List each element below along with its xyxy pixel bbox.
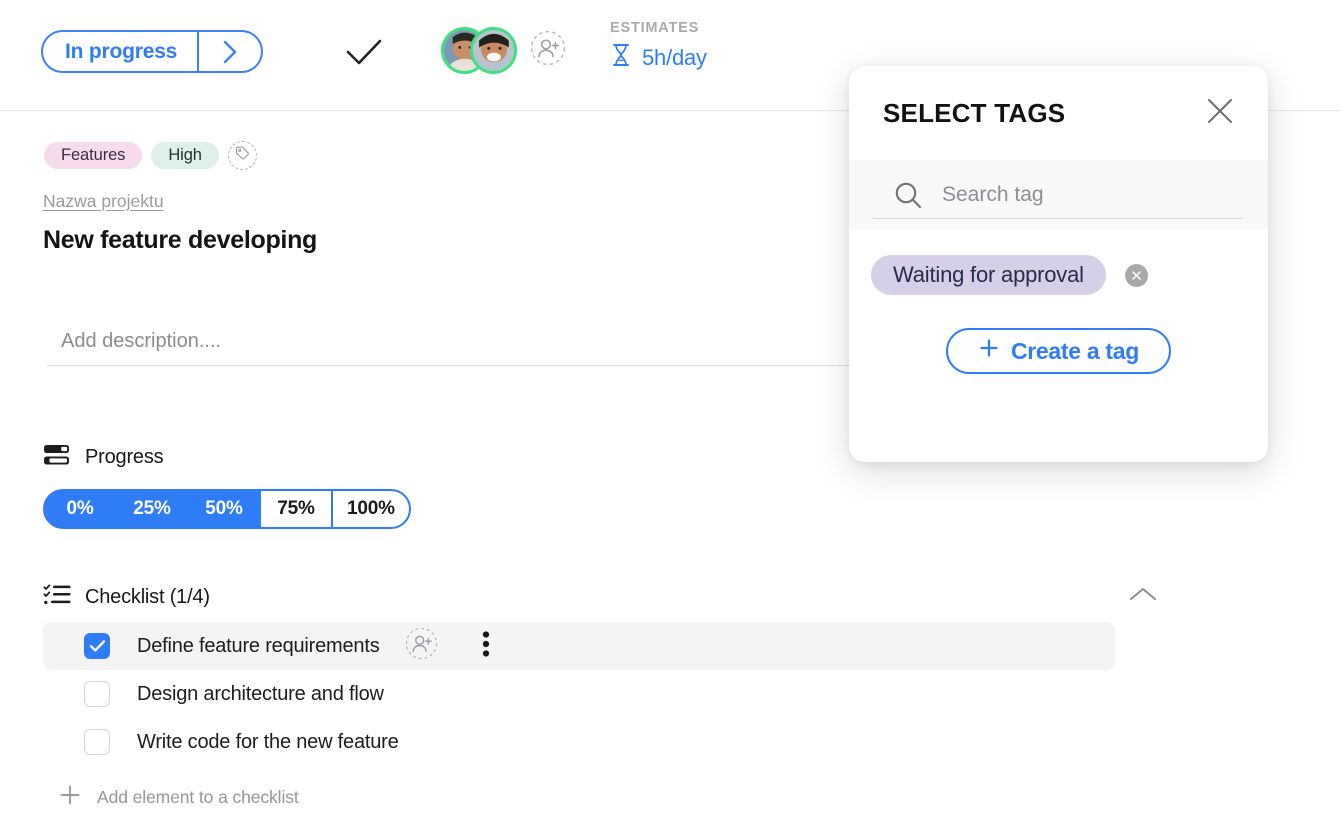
page-title: New feature developing bbox=[43, 226, 318, 254]
modal-body: Waiting for approval Create a tag bbox=[849, 229, 1268, 374]
add-checklist-element-button[interactable]: Add element to a checklist bbox=[57, 782, 1163, 813]
checklist-item[interactable]: Design architecture and flow bbox=[43, 670, 1163, 718]
checklist-item-menu-button[interactable] bbox=[473, 630, 499, 663]
task-detail-page: In progress ESTIMATES 5h/day Features Hi… bbox=[0, 0, 1340, 840]
checklist-item-label: Define feature requirements bbox=[137, 634, 380, 657]
create-tag-label: Create a tag bbox=[1010, 337, 1140, 364]
add-tag-button[interactable] bbox=[227, 141, 257, 170]
progress-header: Progress bbox=[43, 442, 411, 473]
tag-search-row bbox=[849, 160, 1268, 229]
checklist-checkbox[interactable] bbox=[84, 729, 110, 755]
assignee-avatars bbox=[441, 27, 567, 74]
checklist-block: Checklist (1/4) Define feature requireme… bbox=[43, 582, 1163, 813]
search-icon bbox=[893, 180, 923, 210]
progress-option-75[interactable]: 75% bbox=[259, 489, 333, 529]
close-icon bbox=[1205, 96, 1235, 131]
status-next-button[interactable] bbox=[199, 32, 261, 71]
project-link[interactable]: Nazwa projektu bbox=[43, 191, 164, 212]
task-tags: Features High bbox=[44, 141, 257, 170]
modal-close-button[interactable] bbox=[1203, 96, 1237, 130]
chevron-right-icon bbox=[220, 38, 240, 66]
add-checklist-element-label: Add element to a checklist bbox=[97, 787, 299, 807]
checklist-collapse-button[interactable] bbox=[1123, 583, 1163, 613]
plus-icon bbox=[978, 337, 1000, 365]
checklist-items: Define feature requirements Design archi… bbox=[43, 622, 1163, 766]
estimates-value-row[interactable]: 5h/day bbox=[610, 42, 707, 73]
checklist-item[interactable]: Define feature requirements bbox=[43, 622, 1115, 670]
tag-search-underline bbox=[873, 217, 1243, 219]
tag-features[interactable]: Features bbox=[44, 142, 143, 169]
checklist-item[interactable]: Write code for the new feature bbox=[43, 718, 1163, 766]
remove-tag-button[interactable] bbox=[1124, 263, 1148, 287]
chevron-up-icon bbox=[1128, 586, 1158, 609]
person-plus-icon bbox=[530, 30, 566, 71]
progress-option-100[interactable]: 100% bbox=[331, 489, 411, 529]
select-tags-modal: SELECT TAGS Waiting for appr bbox=[849, 66, 1268, 462]
status-label: In progress bbox=[65, 39, 178, 63]
create-tag-row: Create a tag bbox=[849, 328, 1268, 374]
checklist-assign-button[interactable] bbox=[405, 627, 439, 665]
checkmark-icon bbox=[343, 39, 385, 72]
progress-label: Progress bbox=[85, 446, 164, 468]
tag-high[interactable]: High bbox=[151, 142, 219, 169]
plus-icon bbox=[57, 782, 83, 813]
tag-chip-row: Waiting for approval bbox=[849, 255, 1268, 295]
person-plus-icon bbox=[405, 627, 438, 665]
checklist-item-label: Design architecture and flow bbox=[137, 682, 384, 705]
progress-option-0[interactable]: 0% bbox=[43, 489, 117, 529]
progress-option-50[interactable]: 50% bbox=[187, 489, 261, 529]
checklist-checkbox[interactable] bbox=[84, 681, 110, 707]
modal-header: SELECT TAGS bbox=[849, 66, 1268, 160]
create-tag-button[interactable]: Create a tag bbox=[945, 328, 1172, 374]
tag-search-input[interactable] bbox=[940, 181, 1242, 208]
three-dots-vertical-icon bbox=[482, 630, 490, 663]
avatar[interactable] bbox=[470, 27, 517, 74]
progress-option-25[interactable]: 25% bbox=[115, 489, 189, 529]
checklist-item-label: Write code for the new feature bbox=[137, 730, 399, 753]
tag-icon bbox=[234, 145, 251, 167]
estimates-label: ESTIMATES bbox=[610, 20, 700, 36]
close-circle-icon bbox=[1132, 270, 1141, 280]
progress-bars-icon bbox=[43, 442, 72, 473]
estimates-block: ESTIMATES 5h/day bbox=[610, 20, 707, 73]
modal-title: SELECT TAGS bbox=[883, 97, 1066, 128]
estimates-value: 5h/day bbox=[642, 44, 707, 70]
checklist-icon bbox=[43, 582, 72, 613]
check-icon bbox=[89, 640, 105, 652]
progress-block: Progress 0% 25% 50% 75% 100% bbox=[43, 442, 411, 529]
add-assignee-button[interactable] bbox=[529, 30, 567, 71]
progress-segmented-control: 0% 25% 50% 75% 100% bbox=[43, 489, 411, 529]
checklist-checkbox[interactable] bbox=[84, 633, 110, 659]
hourglass-icon bbox=[610, 42, 632, 73]
status-pill[interactable]: In progress bbox=[41, 30, 264, 73]
mark-complete-button[interactable] bbox=[343, 36, 385, 68]
checklist-label: Checklist (1/4) bbox=[85, 586, 210, 608]
checklist-title-group: Checklist (1/4) bbox=[43, 582, 210, 613]
tag-chip-waiting-for-approval[interactable]: Waiting for approval bbox=[871, 255, 1106, 295]
avatar-image-2 bbox=[473, 30, 514, 71]
checklist-header: Checklist (1/4) bbox=[43, 582, 1163, 613]
